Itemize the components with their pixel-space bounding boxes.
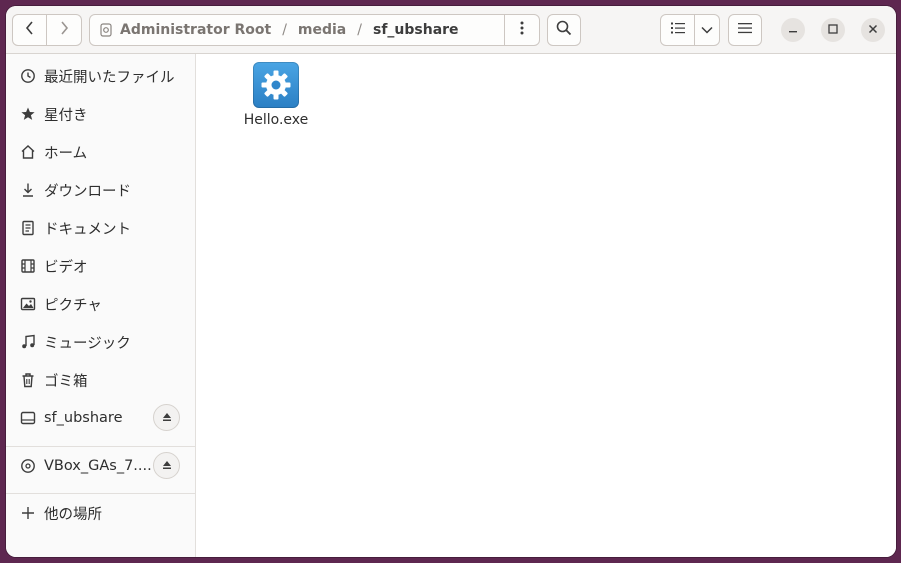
sidebar-item-label: ゴミ箱 [44, 373, 88, 390]
sidebar-item-pictures[interactable]: ピクチャ [6, 285, 195, 323]
sidebar-item-label: sf_ubshare [44, 410, 123, 426]
music-icon [20, 334, 36, 350]
sidebar-item-label: 星付き [44, 107, 88, 124]
hamburger-icon [738, 22, 752, 38]
sidebar-item-recent[interactable]: 最近開いたファイル [6, 57, 195, 95]
navigation-buttons [12, 14, 82, 46]
sidebar-item-label: ピクチャ [44, 297, 102, 314]
file-name: Hello.exe [243, 112, 309, 128]
eject-button[interactable] [153, 452, 180, 479]
sidebar-item-downloads[interactable]: ダウンロード [6, 171, 195, 209]
home-icon [20, 144, 36, 160]
clock-icon [20, 68, 36, 84]
chevron-left-icon [25, 20, 35, 40]
breadcrumb-separator: / [357, 22, 362, 38]
minimize-icon [788, 22, 798, 38]
headerbar: Administrator Root / media / sf_ubshare [6, 6, 896, 54]
download-icon [20, 182, 36, 198]
sidebar-item-label: ドキュメント [44, 221, 131, 238]
sidebar: 最近開いたファイル 星付き ホーム ダウンロード ドキュメント ビデオ ピクチャ… [6, 54, 196, 557]
eject-icon [162, 458, 172, 474]
breadcrumb-root[interactable]: Administrator Root [120, 22, 271, 38]
list-view-icon [670, 22, 685, 38]
drive-icon [20, 410, 36, 426]
chevron-right-icon [59, 20, 69, 40]
close-icon [868, 22, 878, 38]
sidebar-item-label: ビデオ [44, 259, 88, 276]
breadcrumb-current[interactable]: sf_ubshare [373, 22, 459, 38]
file-view[interactable]: Hello.exe [196, 54, 896, 557]
close-button[interactable] [861, 18, 885, 42]
star-icon [20, 106, 36, 122]
plus-icon [20, 505, 36, 521]
sidebar-item-starred[interactable]: 星付き [6, 95, 195, 133]
sidebar-item-music[interactable]: ミュージック [6, 323, 195, 361]
path-menu-button[interactable] [504, 15, 539, 45]
search-icon [556, 20, 572, 40]
location-bar: Administrator Root / media / sf_ubshare [89, 14, 540, 46]
vertical-dots-icon [520, 21, 524, 39]
back-button[interactable] [12, 14, 47, 46]
list-view-button[interactable] [660, 14, 695, 46]
sidebar-item-label: ホーム [44, 145, 88, 162]
breadcrumb-media[interactable]: media [298, 22, 346, 38]
sidebar-item-videos[interactable]: ビデオ [6, 247, 195, 285]
disc-icon [20, 458, 36, 474]
main-menu-button[interactable] [728, 14, 762, 46]
maximize-icon [828, 22, 838, 38]
picture-icon [20, 296, 36, 312]
chevron-down-icon [701, 22, 713, 38]
sidebar-item-label: 最近開いたファイル [44, 69, 175, 86]
search-button[interactable] [547, 14, 581, 46]
forward-button[interactable] [47, 14, 82, 46]
document-icon [20, 220, 36, 236]
maximize-button[interactable] [821, 18, 845, 42]
sidebar-item-other-locations[interactable]: 他の場所 [6, 494, 195, 532]
minimize-button[interactable] [781, 18, 805, 42]
sidebar-item-label: ミュージック [44, 335, 131, 352]
file-item[interactable]: Hello.exe [240, 62, 312, 128]
view-options-dropdown[interactable] [695, 14, 720, 46]
sidebar-item-documents[interactable]: ドキュメント [6, 209, 195, 247]
breadcrumb-separator: / [282, 22, 287, 38]
sidebar-item-label: ダウンロード [44, 183, 131, 200]
eject-button[interactable] [153, 404, 180, 431]
view-toggle-group [660, 14, 720, 46]
sidebar-item-label: 他の場所 [44, 506, 102, 523]
trash-icon [20, 372, 36, 388]
sidebar-item-trash[interactable]: ゴミ箱 [6, 361, 195, 399]
video-icon [20, 258, 36, 274]
gear-icon [253, 62, 299, 108]
file-manager-window: Administrator Root / media / sf_ubshare [6, 6, 896, 557]
drive-path-icon [100, 23, 112, 37]
sidebar-item-label: VBox_GAs_7.... [44, 458, 152, 474]
sidebar-item-home[interactable]: ホーム [6, 133, 195, 171]
eject-icon [162, 410, 172, 426]
